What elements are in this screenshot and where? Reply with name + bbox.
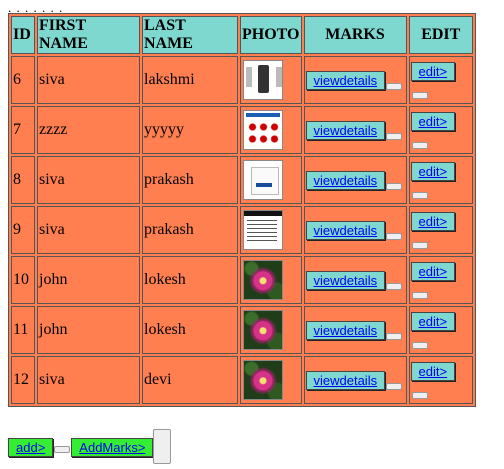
marks-small-button[interactable]	[386, 132, 403, 140]
cell-id: 10	[11, 256, 35, 304]
edit-link[interactable]: edit>	[410, 261, 456, 281]
cell-first-name: zzzz	[37, 106, 140, 154]
edit-link[interactable]: edit>	[410, 161, 456, 181]
header-last-name: LAST NAME	[142, 16, 238, 54]
cell-id: 9	[11, 206, 35, 254]
cell-id: 12	[11, 356, 35, 404]
edit-small-button[interactable]	[411, 191, 428, 199]
table-header-row: ID FIRST NAME LAST NAME PHOTO MARKS EDIT	[11, 16, 473, 54]
header-photo: PHOTO	[240, 16, 302, 54]
edit-link[interactable]: edit>	[410, 361, 456, 381]
edit-link[interactable]: edit>	[410, 311, 456, 331]
cell-first-name: siva	[37, 56, 140, 104]
cell-photo	[240, 56, 302, 104]
header-id: ID	[11, 16, 35, 54]
cell-first-name: siva	[37, 156, 140, 204]
viewdetails-link[interactable]: viewdetails	[305, 70, 386, 90]
edit-small-button[interactable]	[411, 341, 428, 349]
cell-id: 7	[11, 106, 35, 154]
form-screenshot	[243, 160, 283, 200]
add-link[interactable]: add>	[8, 438, 54, 457]
table-row: 10 john lokesh viewdetails edit>	[11, 256, 473, 304]
cell-photo	[240, 106, 302, 154]
table-row: 11 john lokesh viewdetails edit>	[11, 306, 473, 354]
marks-small-button[interactable]	[386, 382, 403, 390]
marks-small-button[interactable]	[386, 82, 403, 90]
table-row: 6 siva lakshmi viewdetails edit>	[11, 56, 473, 104]
pink-flower-photo	[243, 360, 283, 400]
cell-last-name: devi	[142, 356, 238, 404]
cell-edit: edit>	[408, 106, 473, 154]
cell-marks: viewdetails	[303, 356, 407, 404]
cell-photo	[240, 306, 302, 354]
edit-link[interactable]: edit>	[410, 211, 456, 231]
shirt-product-image	[243, 60, 283, 100]
edit-small-button[interactable]	[411, 241, 428, 249]
table-row: 8 siva prakash viewdetails edit>	[11, 156, 473, 204]
students-table: ID FIRST NAME LAST NAME PHOTO MARKS EDIT…	[8, 13, 476, 407]
add-small-button[interactable]	[54, 446, 71, 453]
header-edit: EDIT	[408, 16, 473, 54]
viewdetails-link[interactable]: viewdetails	[305, 320, 386, 340]
cell-photo	[240, 156, 302, 204]
viewdetails-link[interactable]: viewdetails	[305, 120, 386, 140]
add-marks-button[interactable]	[153, 429, 172, 464]
cell-marks: viewdetails	[303, 106, 407, 154]
pink-flower-photo	[243, 260, 283, 300]
cell-marks: viewdetails	[303, 56, 407, 104]
cell-first-name: john	[37, 256, 140, 304]
edit-small-button[interactable]	[411, 91, 428, 99]
edit-small-button[interactable]	[411, 391, 428, 399]
cell-last-name: lokesh	[142, 306, 238, 354]
cell-edit: edit>	[408, 356, 473, 404]
cell-last-name: lokesh	[142, 256, 238, 304]
edit-small-button[interactable]	[411, 141, 428, 149]
cell-marks: viewdetails	[303, 256, 407, 304]
cell-edit: edit>	[408, 256, 473, 304]
table-row: 9 siva prakash viewdetails edit>	[11, 206, 473, 254]
cell-first-name: siva	[37, 356, 140, 404]
marks-small-button[interactable]	[386, 282, 403, 290]
cell-last-name: prakash	[142, 206, 238, 254]
cell-edit: edit>	[408, 156, 473, 204]
marks-small-button[interactable]	[386, 182, 403, 190]
cell-first-name: john	[37, 306, 140, 354]
marks-small-button[interactable]	[386, 232, 403, 240]
table-row: 12 siva devi viewdetails edit>	[11, 356, 473, 404]
marks-small-button[interactable]	[386, 332, 403, 340]
document-screenshot	[243, 210, 283, 250]
viewdetails-link[interactable]: viewdetails	[305, 270, 386, 290]
edit-small-button[interactable]	[411, 291, 428, 299]
add-marks-link[interactable]: AddMarks>	[71, 438, 154, 457]
header-first-name: FIRST NAME	[37, 16, 140, 54]
cell-id: 6	[11, 56, 35, 104]
cell-photo	[240, 206, 302, 254]
cell-marks: viewdetails	[303, 156, 407, 204]
cell-id: 11	[11, 306, 35, 354]
bottom-actions: add> AddMarks>	[8, 429, 172, 464]
viewdetails-link[interactable]: viewdetails	[305, 170, 386, 190]
table-row: 7 zzzz yyyyy viewdetails edit>	[11, 106, 473, 154]
cell-marks: viewdetails	[303, 206, 407, 254]
cell-marks: viewdetails	[303, 306, 407, 354]
cell-last-name: lakshmi	[142, 56, 238, 104]
cell-edit: edit>	[408, 56, 473, 104]
cell-photo	[240, 256, 302, 304]
header-marks: MARKS	[303, 16, 407, 54]
cell-last-name: prakash	[142, 156, 238, 204]
cell-id: 8	[11, 156, 35, 204]
cell-edit: edit>	[408, 206, 473, 254]
cell-last-name: yyyyy	[142, 106, 238, 154]
product-grid-screenshot	[243, 110, 283, 150]
edit-link[interactable]: edit>	[410, 111, 456, 131]
cell-first-name: siva	[37, 206, 140, 254]
pink-flower-photo	[243, 310, 283, 350]
viewdetails-link[interactable]: viewdetails	[305, 220, 386, 240]
cell-edit: edit>	[408, 306, 473, 354]
viewdetails-link[interactable]: viewdetails	[305, 370, 386, 390]
cell-photo	[240, 356, 302, 404]
edit-link[interactable]: edit>	[410, 61, 456, 81]
